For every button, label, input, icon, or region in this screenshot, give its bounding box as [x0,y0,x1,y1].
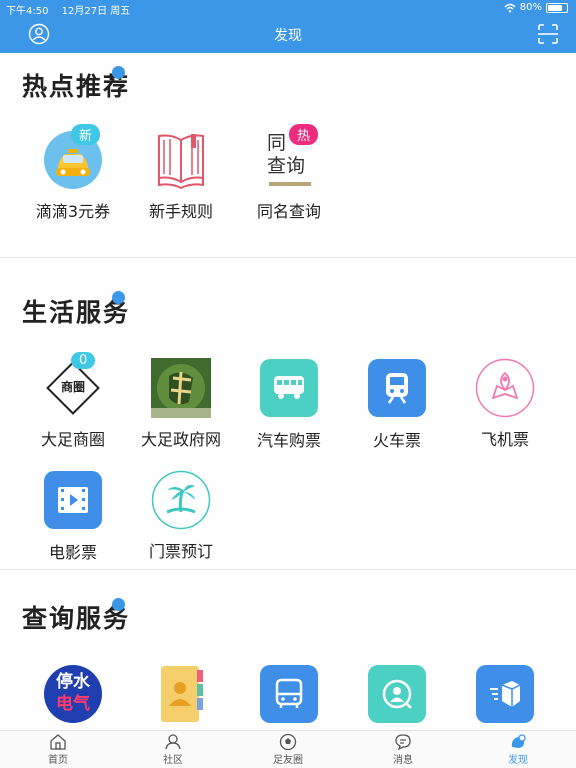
taxi-icon: 新 [43,124,103,190]
life-item-tickets[interactable]: 门票预订 [127,470,235,562]
nav-bar: 发现 [0,16,576,53]
query-item-contacts[interactable] [127,664,235,724]
hot-item-label: 同名查询 [256,202,321,221]
utility-icon-text-1: 停水 [56,672,90,692]
hot-item-didi[interactable]: 新 滴滴3元券 [19,124,127,222]
name-query-underline [269,182,311,186]
tab-label: 首页 [48,755,68,766]
life-item-gov[interactable]: 大足政府网 [127,358,235,450]
new-badge: 新 [71,124,101,145]
count-badge: 0 [71,352,96,369]
home-icon [50,734,66,750]
life-item-flight[interactable]: 飞机票 [451,358,559,450]
name-query-icon: 同 查询 热 [259,124,319,190]
scan-icon[interactable] [537,23,559,45]
tab-home[interactable]: 首页 [28,733,88,766]
query-item-utility[interactable]: 停水 电气 [19,664,127,724]
discover-content[interactable]: 热点推荐 新 滴滴3元券 新手规则 同 查询 热 同名查询 生活服务 商圈 0 … [0,53,576,730]
tab-football[interactable]: 足友圈 [258,733,318,766]
tab-message[interactable]: 消息 [373,733,433,766]
hot-item-label: 滴滴3元券 [35,202,111,221]
business-district-icon: 商圈 0 [43,352,103,418]
message-icon [395,734,411,751]
movie-ticket-icon [43,471,103,531]
section-dot-query [112,598,125,611]
status-time-date: 下午4:50 12月27日 周五 [6,2,130,17]
tab-discover[interactable]: 发现 [488,733,548,766]
tab-label: 消息 [393,755,413,766]
football-icon [279,733,297,751]
status-bar: 下午4:50 12月27日 周五 80% [0,0,576,17]
discover-icon [511,734,526,748]
tab-label: 社区 [163,755,183,766]
hot-badge: 热 [289,124,319,145]
section-dot-hot [112,66,125,79]
tab-label: 发现 [508,755,528,766]
section-divider [0,569,576,570]
name-query-icon-text-1: 同 [267,132,287,154]
section-divider [0,257,576,258]
book-icon [151,130,211,190]
tab-bar: 首页 社区 足友圈 消息 发现 [0,730,576,768]
section-dot-life [112,291,125,304]
life-item-label: 门票预订 [148,542,213,561]
bus-query-icon [259,665,319,725]
battery-icon [546,2,568,13]
query-item-express[interactable] [451,664,559,725]
contacts-book-icon [151,664,211,724]
wifi-icon [504,3,516,12]
battery-percent: 80% [519,2,542,13]
utility-icon-text-2: 电气 [56,694,90,714]
life-item-shopping[interactable]: 商圈 0 大足商圈 [19,352,127,450]
page-title: 发现 [274,28,302,44]
utility-outage-icon: 停水 电气 [43,664,103,724]
flight-icon [475,358,535,418]
life-item-label: 飞机票 [480,430,529,449]
government-site-icon [151,358,211,418]
life-item-bus-ticket[interactable]: 汽车购票 [235,358,343,451]
hot-item-rules[interactable]: 新手规则 [127,130,235,222]
tab-label: 足友圈 [273,755,303,766]
query-item-bus[interactable] [235,664,343,725]
life-item-movie[interactable]: 电影票 [19,470,127,563]
life-item-train[interactable]: 火车票 [343,358,451,451]
name-query-icon-text-2: 查询 [267,155,306,177]
status-right: 80% [504,2,568,13]
life-item-label: 火车票 [372,431,421,450]
scenic-ticket-icon [151,470,211,530]
hot-item-label: 新手规则 [148,202,213,221]
express-package-icon [475,665,535,725]
person-search-icon [367,665,427,725]
bus-ticket-icon [259,359,319,419]
hot-item-samename[interactable]: 同 查询 热 同名查询 [235,124,343,222]
life-item-label: 汽车购票 [256,431,321,450]
life-item-label: 电影票 [48,543,97,562]
life-item-label: 大足政府网 [140,430,221,449]
life-item-label: 大足商圈 [40,430,105,449]
query-item-person[interactable] [343,664,451,725]
train-icon [367,359,427,419]
tab-community[interactable]: 社区 [143,733,203,766]
community-icon [165,734,181,750]
business-district-icon-text: 商圈 [60,380,85,394]
